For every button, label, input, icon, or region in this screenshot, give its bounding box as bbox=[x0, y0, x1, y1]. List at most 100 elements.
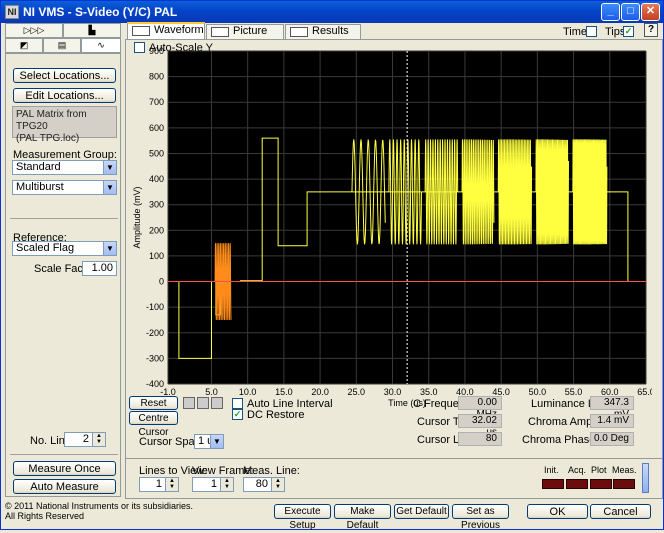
sidebar-tab-graph[interactable]: ▙ bbox=[63, 23, 121, 38]
bottom-controls: Lines to View: 1 ▲ ▼ View Frame: 1 ▲ ▼ Meas.… bbox=[125, 459, 663, 499]
title-bar: NI NI VMS - S-Video (Y/C) PAL _ □ ✕ bbox=[1, 1, 663, 23]
zoom-tool-icon[interactable] bbox=[197, 397, 209, 409]
auto-measure-button[interactable]: Auto Measure bbox=[13, 479, 116, 494]
execute-setup-button[interactable]: Execute Setup bbox=[274, 504, 331, 531]
measurement-select[interactable]: Multiburst ▼ bbox=[12, 180, 117, 195]
reset-scales-button[interactable]: Reset Scales bbox=[129, 396, 178, 423]
chevron-down-icon: ▼ bbox=[103, 181, 116, 194]
wave-icon: ∿ bbox=[97, 40, 105, 50]
edit-locations-button[interactable]: Edit Locations... bbox=[13, 88, 116, 103]
location-info: PAL Matrix from TPG20 (PAL TPG.loc) bbox=[12, 106, 117, 144]
set-as-previous-button[interactable]: Set as Previous bbox=[452, 504, 509, 531]
crosshair-tool-icon[interactable] bbox=[183, 397, 195, 409]
chroma-phase-value: 0.0 Deg bbox=[590, 432, 634, 446]
close-button[interactable]: ✕ bbox=[641, 3, 660, 21]
waveform-graph[interactable]: -1.0 5.0 10.0 15.0 20.0 25.0 30.0 35.0 40.0 45.0 5… bbox=[132, 46, 655, 412]
app-icon: NI bbox=[5, 5, 19, 19]
tips-checkbox[interactable]: ✓ bbox=[623, 26, 634, 37]
reference-select[interactable]: Scaled Flag ▼ bbox=[12, 241, 117, 256]
tab-waveform[interactable]: Waveform bbox=[127, 22, 205, 39]
app-window: NI NI VMS - S-Video (Y/C) PAL _ □ ✕ ▷▷▷ … bbox=[0, 0, 664, 531]
main-area: Waveform Picture Results Times Tips ✓ ? … bbox=[125, 22, 663, 499]
lamp-acq-label: Acq. bbox=[568, 465, 587, 475]
waveform-panel: Auto-Scale Y -1.0 5.0 10.0 15.0 20.0 25.0 30.0… bbox=[125, 39, 663, 459]
auto-line-interval-checkbox[interactable] bbox=[232, 398, 243, 409]
x-tick-label: 50.0 bbox=[529, 387, 547, 397]
x-tick-label: 35.0 bbox=[420, 387, 438, 397]
meas-line-stepper[interactable]: 80 ▲ ▼ bbox=[243, 477, 285, 492]
sidebar-tab-measure[interactable]: ∿ bbox=[81, 38, 121, 53]
divider bbox=[10, 218, 118, 219]
y-tick-label: 400 bbox=[149, 174, 164, 184]
sidebar-tab-hardware[interactable]: ▤ bbox=[43, 38, 81, 53]
maximize-button[interactable]: □ bbox=[621, 3, 640, 21]
y-tick-label: 600 bbox=[149, 123, 164, 133]
view-frame-stepper[interactable]: 1 ▲ ▼ bbox=[192, 477, 234, 492]
times-checkbox[interactable] bbox=[586, 26, 597, 37]
tab-waveform-label: Waveform bbox=[154, 24, 204, 36]
copyright-line-1: © 2011 National Instruments or its subsi… bbox=[5, 501, 194, 511]
y-tick-label: 300 bbox=[149, 200, 164, 210]
burst-packet bbox=[535, 139, 570, 245]
dc-restore-checkbox[interactable]: ✓ bbox=[232, 409, 243, 420]
stepper-arrows-icon[interactable]: ▲ ▼ bbox=[165, 478, 178, 491]
no-lines-stepper[interactable]: 2 ▲ ▼ bbox=[64, 432, 106, 447]
ok-button[interactable]: OK bbox=[527, 504, 588, 519]
tab-picture[interactable]: Picture bbox=[206, 24, 284, 39]
y-tick-label: 200 bbox=[149, 225, 164, 235]
minimize-button[interactable]: _ bbox=[601, 3, 620, 21]
waveform-plot-svg[interactable]: -1.0 5.0 10.0 15.0 20.0 25.0 30.0 35.0 40.0 45.0 5… bbox=[132, 46, 655, 412]
cursor-time-value: 32.02 us bbox=[458, 414, 502, 438]
sidebar-tab-setup[interactable]: ◩ bbox=[5, 38, 43, 53]
results-icon bbox=[290, 27, 308, 37]
sidebar-panel: Select Locations... Edit Locations... PA… bbox=[5, 53, 121, 497]
waveform-icon bbox=[132, 26, 150, 36]
chroma-amplitude-value: 1.4 mV bbox=[590, 414, 634, 428]
lamp-meas-label: Meas. bbox=[612, 465, 637, 475]
stepper-arrows-icon[interactable]: ▲ ▼ bbox=[220, 478, 233, 491]
make-default-button[interactable]: Make Default bbox=[334, 504, 391, 531]
tab-results[interactable]: Results bbox=[285, 24, 361, 39]
measurement-group-select[interactable]: Standard ▼ bbox=[12, 160, 117, 175]
scale-factor-input[interactable]: 1.00 bbox=[82, 261, 117, 276]
lamp-acq bbox=[566, 479, 588, 489]
y-tick-label: 800 bbox=[149, 72, 164, 82]
divider bbox=[10, 454, 118, 455]
lines-to-view-stepper[interactable]: 1 ▲ ▼ bbox=[139, 477, 179, 492]
get-default-button[interactable]: Get Default bbox=[394, 504, 449, 519]
meas-line-label: Meas. Line: bbox=[243, 465, 300, 477]
tab-results-label: Results bbox=[312, 25, 349, 37]
footer: © 2011 National Instruments or its subsi… bbox=[1, 499, 663, 531]
cursor-span-select[interactable]: 1 us ▼ bbox=[194, 434, 224, 449]
x-tick-label: 5.0 bbox=[205, 387, 218, 397]
dc-restore-label: DC Restore bbox=[247, 409, 305, 421]
x-tick-label: 30.0 bbox=[384, 387, 402, 397]
y-tick-label: 900 bbox=[149, 47, 164, 56]
x-tick-label: 15.0 bbox=[275, 387, 293, 397]
lines-to-view-value: 1 bbox=[155, 478, 162, 490]
lamp-init bbox=[542, 479, 564, 489]
select-locations-button[interactable]: Select Locations... bbox=[13, 68, 116, 83]
lamp-plot-label: Plot bbox=[591, 465, 607, 475]
window-title: NI VMS - S-Video (Y/C) PAL bbox=[23, 5, 178, 19]
pan-tool-icon[interactable] bbox=[211, 397, 223, 409]
cancel-button[interactable]: Cancel bbox=[590, 504, 651, 519]
meas-line-value: 80 bbox=[255, 478, 268, 490]
chevron-down-icon: ▼ bbox=[210, 435, 223, 448]
setup-icon: ◩ bbox=[19, 40, 29, 50]
chevron-down-icon: ▼ bbox=[103, 242, 116, 255]
tab-picture-label: Picture bbox=[233, 25, 268, 37]
no-lines-value: 2 bbox=[82, 433, 89, 445]
stepper-arrows-icon[interactable]: ▲ ▼ bbox=[271, 478, 284, 491]
stepper-arrows-icon[interactable]: ▲ ▼ bbox=[92, 433, 105, 446]
measurement-group-value: Standard bbox=[16, 161, 61, 173]
lamp-plot bbox=[590, 479, 612, 489]
y-tick-label: 500 bbox=[149, 148, 164, 158]
progress-slider[interactable] bbox=[642, 463, 649, 493]
y-tick-label: 100 bbox=[149, 251, 164, 261]
tab-bar: Waveform Picture Results Times Tips ✓ ? bbox=[125, 22, 663, 39]
sidebar-tab-signal[interactable]: ▷▷▷ bbox=[5, 23, 63, 38]
measure-once-button[interactable]: Measure Once bbox=[13, 461, 116, 476]
centre-cursor-button[interactable]: Centre Cursor bbox=[129, 411, 178, 438]
help-icon[interactable]: ? bbox=[644, 23, 658, 37]
